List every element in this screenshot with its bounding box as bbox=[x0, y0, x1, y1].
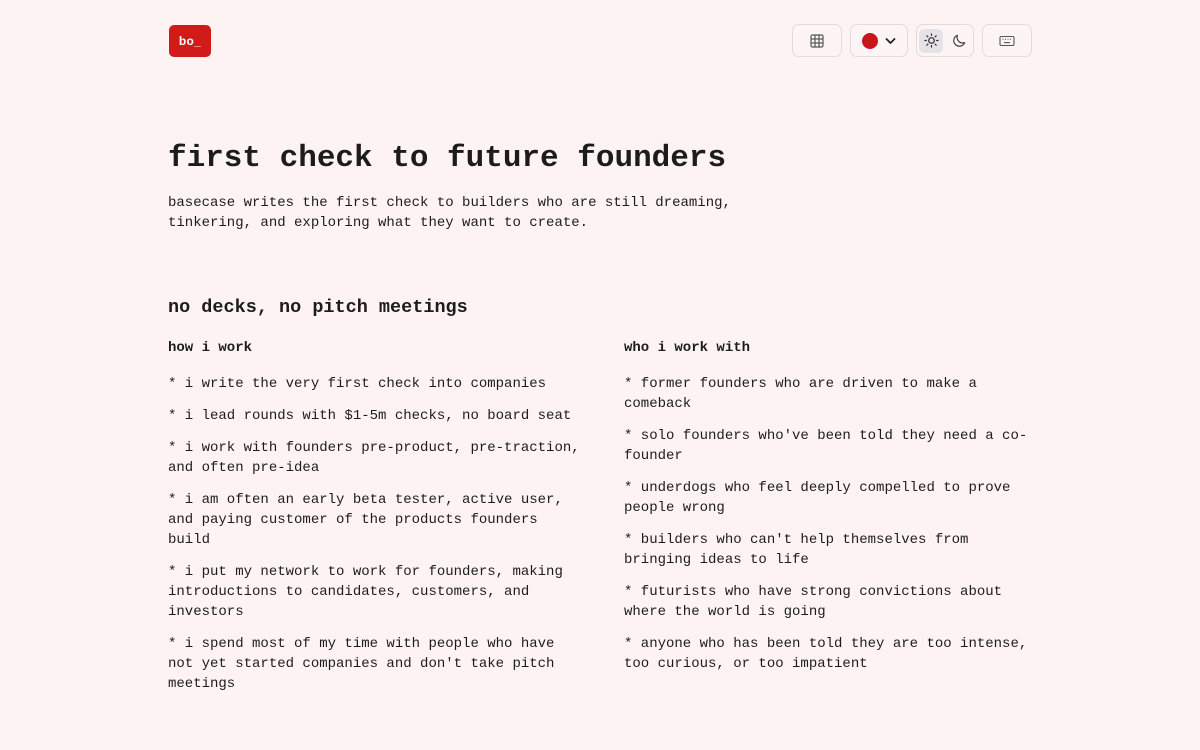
sun-icon bbox=[923, 33, 939, 48]
how-i-work-list: * i write the very first check into comp… bbox=[168, 374, 588, 694]
apps-grid-button[interactable] bbox=[792, 24, 842, 57]
logo[interactable]: bo_ bbox=[169, 25, 211, 57]
page: bo_ first check to future founders basec… bbox=[0, 0, 1200, 750]
list-item: * anyone who has been told they are too … bbox=[624, 636, 1028, 672]
list-item: * i write the very first check into comp… bbox=[168, 376, 547, 392]
keyboard-icon bbox=[999, 35, 1015, 47]
theme-toggle[interactable] bbox=[916, 24, 974, 57]
list-item: * builders who can't help themselves fro… bbox=[624, 532, 969, 568]
how-i-work-heading: how i work bbox=[168, 340, 253, 356]
intro-text: basecase writes the first check to build… bbox=[168, 193, 768, 233]
list-item: * former founders who are driven to make… bbox=[624, 376, 977, 412]
section-title: no decks, no pitch meetings bbox=[168, 297, 468, 318]
who-i-work-with-column: who i work with * former founders who ar… bbox=[624, 338, 1044, 686]
list-item: * i work with founders pre-product, pre-… bbox=[168, 440, 580, 476]
accent-color-select[interactable] bbox=[850, 24, 908, 57]
who-i-work-with-list: * former founders who are driven to make… bbox=[624, 374, 1044, 674]
list-item: * i am often an early beta tester, activ… bbox=[168, 492, 563, 548]
list-item: * i lead rounds with $1-5m checks, no bo… bbox=[168, 408, 572, 424]
grid-icon bbox=[810, 33, 824, 48]
how-i-work-column: how i work * i write the very first chec… bbox=[168, 338, 588, 706]
list-item: * futurists who have strong convictions … bbox=[624, 584, 1003, 620]
intro-line-1: basecase writes the first check to build… bbox=[168, 195, 731, 211]
who-i-work-with-heading: who i work with bbox=[624, 340, 751, 356]
intro-line-2: tinkering, and exploring what they want … bbox=[168, 215, 589, 231]
list-item: * i spend most of my time with people wh… bbox=[168, 636, 555, 692]
light-theme-option[interactable] bbox=[919, 28, 943, 53]
list-item: * solo founders who've been told they ne… bbox=[624, 428, 1028, 464]
keyboard-shortcuts-button[interactable] bbox=[982, 24, 1032, 57]
list-item: * underdogs who feel deeply compelled to… bbox=[624, 480, 1011, 516]
list-item: * i put my network to work for founders,… bbox=[168, 564, 563, 620]
page-title: first check to future founders bbox=[168, 141, 727, 176]
moon-icon bbox=[952, 33, 967, 48]
dark-theme-option[interactable] bbox=[947, 29, 971, 53]
accent-color-swatch bbox=[862, 32, 878, 49]
chevron-down-icon bbox=[885, 37, 896, 45]
